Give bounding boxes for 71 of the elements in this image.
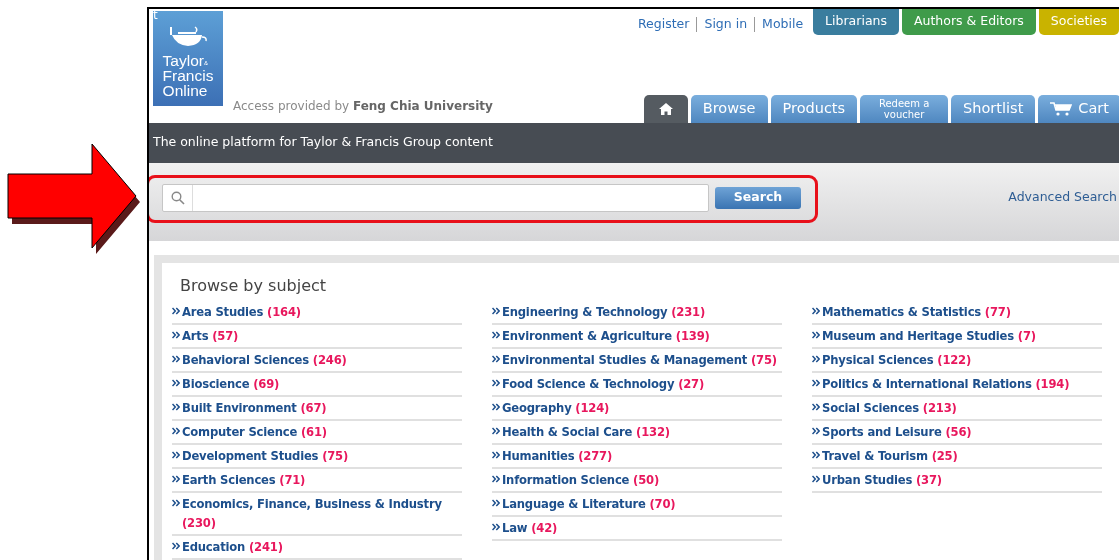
chevron-icon — [492, 426, 500, 435]
audience-tab[interactable]: Authors & Editors — [902, 9, 1036, 35]
chevron-icon — [492, 306, 500, 315]
subject-link[interactable]: Urban Studies (37) — [822, 470, 942, 490]
subject-link[interactable]: Engineering & Technology (231) — [502, 302, 706, 322]
chevron-icon — [172, 306, 180, 315]
access-note: Access provided by Feng Chia University — [233, 98, 493, 115]
subject-link[interactable]: Environmental Studies & Management (75) — [502, 350, 777, 370]
subject-link[interactable]: Information Science (50) — [502, 470, 659, 490]
subject-link[interactable]: Behavioral Sciences (246) — [182, 350, 347, 370]
header-link[interactable]: Sign in — [697, 9, 755, 34]
subject-link[interactable]: Bioscience (69) — [182, 374, 280, 394]
chevron-icon — [172, 541, 180, 550]
chevron-icon — [172, 402, 180, 411]
lamp-icon — [168, 23, 208, 49]
chevron-icon — [492, 474, 500, 483]
subject-link[interactable]: Language & Literature (70) — [502, 494, 676, 514]
subject-link[interactable]: Computer Science (61) — [182, 422, 327, 442]
header-link[interactable]: Register — [631, 9, 697, 34]
subject-link[interactable]: Social Sciences (213) — [822, 398, 957, 418]
home-tab[interactable] — [643, 95, 688, 123]
chevron-icon — [172, 354, 180, 363]
subject-link[interactable]: Economics, Finance, Business & Industry (230) — [182, 494, 462, 533]
chevron-icon — [172, 426, 180, 435]
subject-link[interactable]: Area Studies (164) — [182, 302, 301, 322]
subject-link[interactable]: Physical Sciences (122) — [822, 350, 972, 370]
chevron-icon — [172, 378, 180, 387]
subject-link[interactable]: Built Environment (67) — [182, 398, 327, 418]
chevron-icon — [492, 522, 500, 531]
chevron-icon — [492, 354, 500, 363]
advanced-search-link[interactable]: Advanced Search — [1008, 188, 1117, 208]
audience-tab[interactable]: Librarians — [813, 9, 899, 35]
subject-link[interactable]: Environment & Agriculture (139) — [502, 326, 710, 346]
subject-link[interactable]: Earth Sciences (71) — [182, 470, 306, 490]
cart-icon — [1050, 102, 1073, 116]
subject-link[interactable]: Sports and Leisure (56) — [822, 422, 972, 442]
chevron-icon — [812, 474, 820, 483]
chevron-icon — [492, 330, 500, 339]
subject-link[interactable]: Law (42) — [502, 518, 558, 538]
section-title: Browse by subject — [180, 275, 328, 295]
chevron-icon — [492, 402, 500, 411]
chevron-icon — [812, 378, 820, 387]
chevron-icon — [172, 474, 180, 483]
tagline-bar: The online platform for Taylor & Francis Group content — [149, 123, 1119, 163]
chevron-icon — [812, 330, 820, 339]
subject-link[interactable]: Travel & Tourism (25) — [822, 446, 958, 466]
chevron-icon — [492, 378, 500, 387]
chevron-icon — [812, 426, 820, 435]
subject-link[interactable]: Geography (124) — [502, 398, 610, 418]
search-icon — [170, 190, 185, 205]
subject-link[interactable]: Education (241) — [182, 537, 283, 557]
subject-link[interactable]: Food Science & Technology (27) — [502, 374, 705, 394]
home-icon — [657, 102, 674, 116]
subject-link[interactable]: Arts (57) — [182, 326, 239, 346]
chevron-icon — [492, 498, 500, 507]
subject-link[interactable]: Politics & International Relations (194) — [822, 374, 1070, 394]
header-link[interactable]: Mobile — [755, 9, 811, 34]
subject-link[interactable]: Mathematics & Statistics (77) — [822, 302, 1011, 322]
chevron-icon — [172, 498, 180, 507]
chevron-icon — [812, 402, 820, 411]
chevron-icon — [812, 450, 820, 459]
chevron-icon — [172, 450, 180, 459]
subject-link[interactable]: Humanities (277) — [502, 446, 613, 466]
chevron-icon — [172, 330, 180, 339]
chevron-icon — [812, 354, 820, 363]
subject-link[interactable]: Museum and Heritage Studies (7) — [822, 326, 1036, 346]
chevron-icon — [812, 306, 820, 315]
subject-link[interactable]: Health & Social Care (132) — [502, 422, 670, 442]
chevron-icon — [492, 450, 500, 459]
search-field[interactable] — [162, 183, 709, 212]
subject-link[interactable]: Development Studies (75) — [182, 446, 349, 466]
